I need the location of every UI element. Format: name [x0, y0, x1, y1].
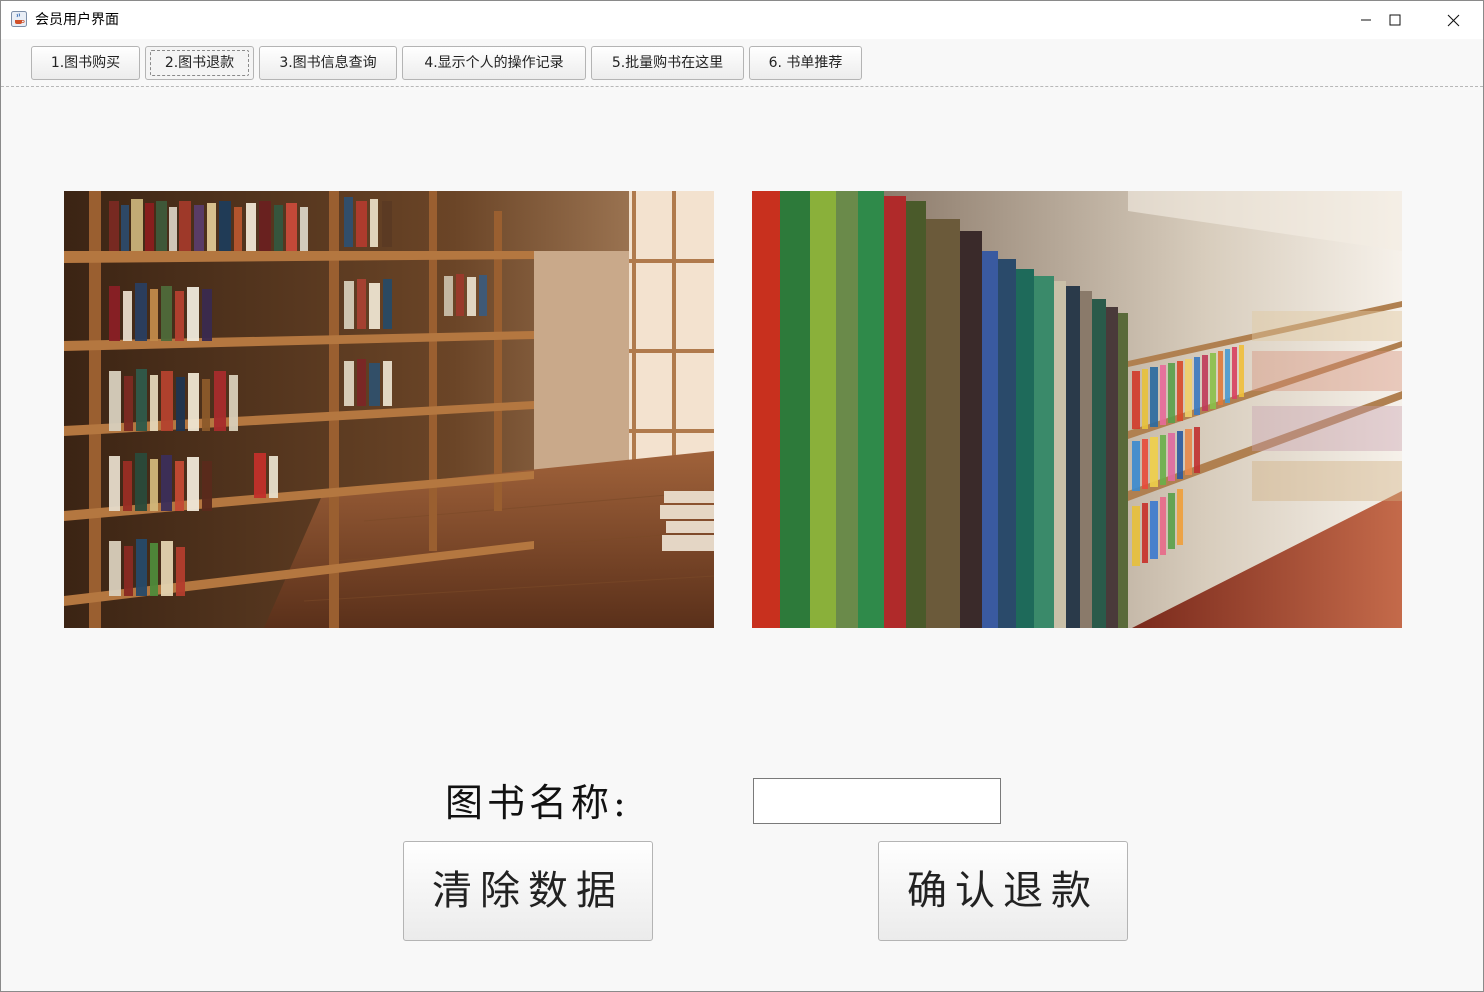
tab-book-purchase[interactable]: 1.图书购买	[31, 46, 140, 80]
title-bar[interactable]: 会员用户界面	[1, 1, 1483, 39]
book-name-input[interactable]	[753, 778, 1001, 824]
tab-bulk-purchase[interactable]: 5.批量购书在这里	[591, 46, 744, 80]
bookshelf-room-image	[64, 191, 714, 628]
confirm-refund-button[interactable]: 确认退款	[878, 841, 1128, 941]
java-coffee-icon	[11, 11, 27, 27]
window-title: 会员用户界面	[35, 12, 119, 28]
close-button[interactable]	[1424, 1, 1482, 39]
tab-operation-log[interactable]: 4.显示个人的操作记录	[402, 46, 586, 80]
tab-label: 2.图书退款	[164, 55, 235, 71]
tab-book-info-query[interactable]: 3.图书信息查询	[259, 46, 397, 80]
tab-booklist-recommend[interactable]: 6. 书单推荐	[749, 46, 862, 80]
tab-label: 5.批量购书在这里	[611, 55, 724, 71]
close-icon	[1447, 14, 1459, 26]
tab-label: 3.图书信息查询	[279, 55, 377, 71]
tab-label: 1.图书购买	[50, 55, 121, 71]
library-books-image	[752, 191, 1402, 628]
tab-bar: 1.图书购买 2.图书退款 3.图书信息查询 4.显示个人的操作记录 5.批量购…	[1, 39, 1483, 87]
tab-label: 6. 书单推荐	[768, 55, 843, 71]
tab-book-refund[interactable]: 2.图书退款	[145, 46, 254, 80]
app-window: 会员用户界面 1.图书购买 2.图书退款 3.图书信息查询 4.显示个人的操作记…	[0, 0, 1484, 992]
tab-label: 4.显示个人的操作记录	[424, 55, 564, 71]
maximize-icon	[1389, 14, 1401, 26]
maximize-button[interactable]	[1366, 1, 1424, 39]
book-name-label: 图书名称:	[445, 781, 630, 825]
clear-data-button[interactable]: 清除数据	[403, 841, 653, 941]
